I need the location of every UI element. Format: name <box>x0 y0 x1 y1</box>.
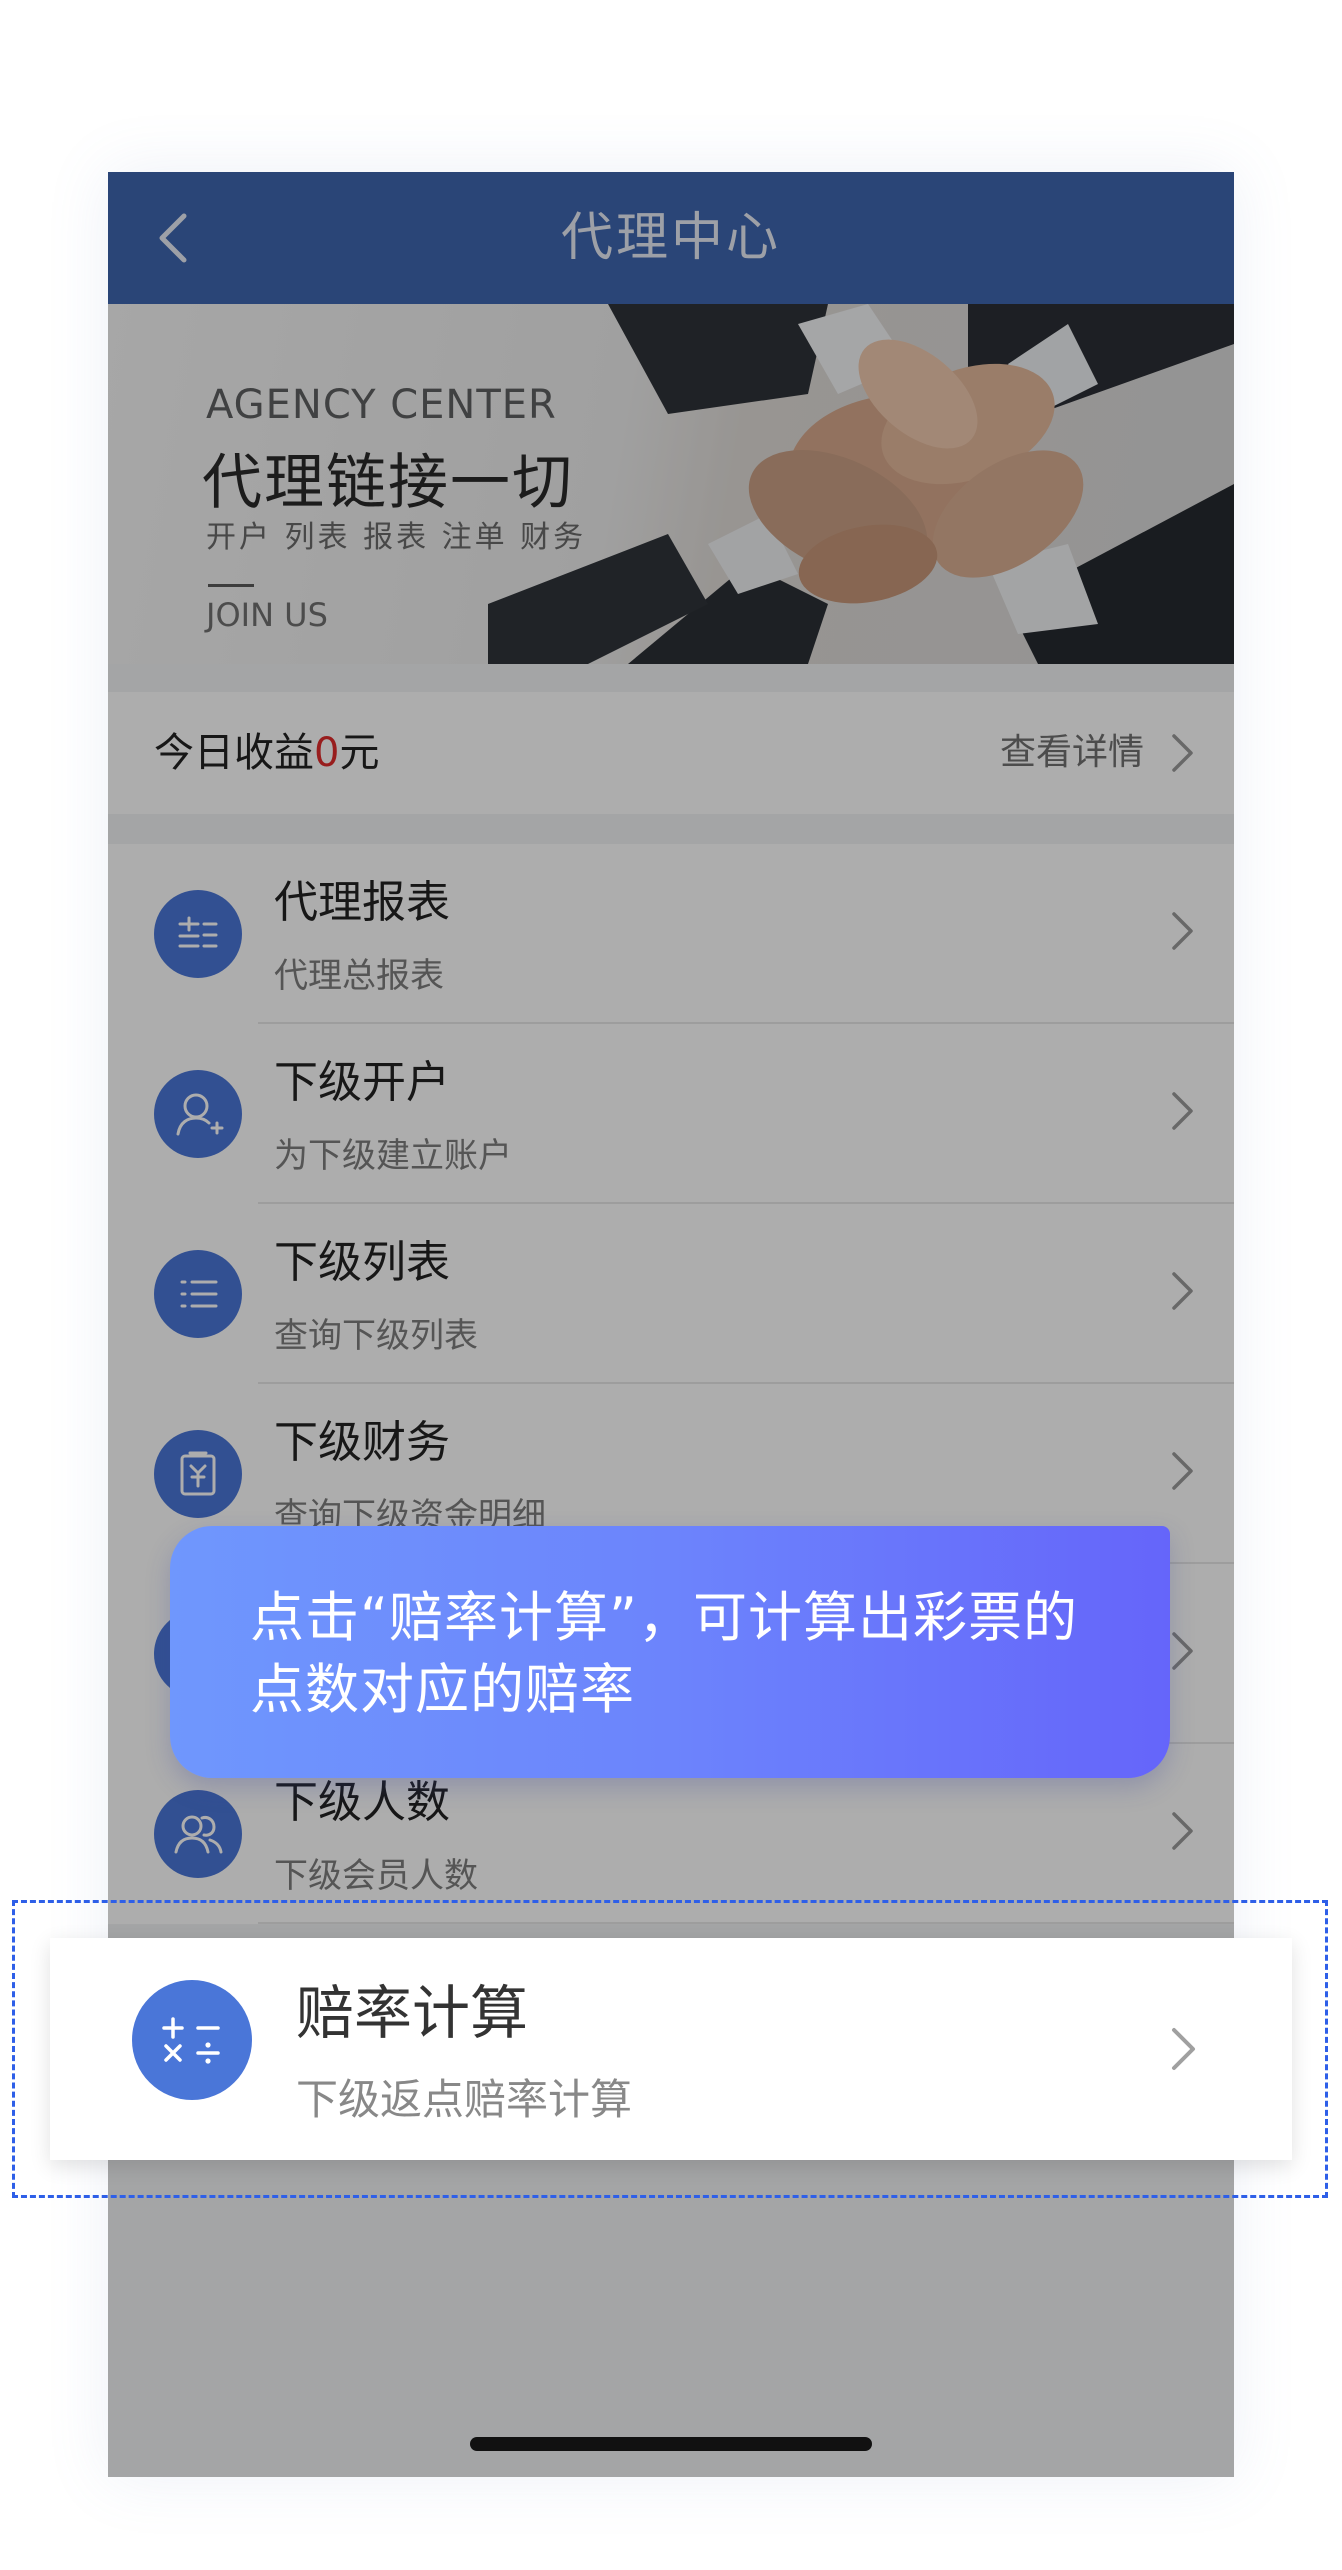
odds-calculation-title: 赔率计算 <box>296 1979 529 2047</box>
chevron-right-icon <box>1172 2028 1195 2070</box>
calculator-icon <box>132 1980 252 2100</box>
tooltip-text: 点击“赔率计算”，可计算出彩票的点数对应的赔率 <box>250 1586 1078 1721</box>
menu-item-odds-calculation[interactable]: 赔率计算 下级返点赔率计算 <box>50 1938 1292 2160</box>
home-indicator <box>470 2437 872 2451</box>
guide-tooltip: 点击“赔率计算”，可计算出彩票的点数对应的赔率 <box>170 1526 1170 1778</box>
odds-calculation-subtitle: 下级返点赔率计算 <box>296 2075 633 2124</box>
